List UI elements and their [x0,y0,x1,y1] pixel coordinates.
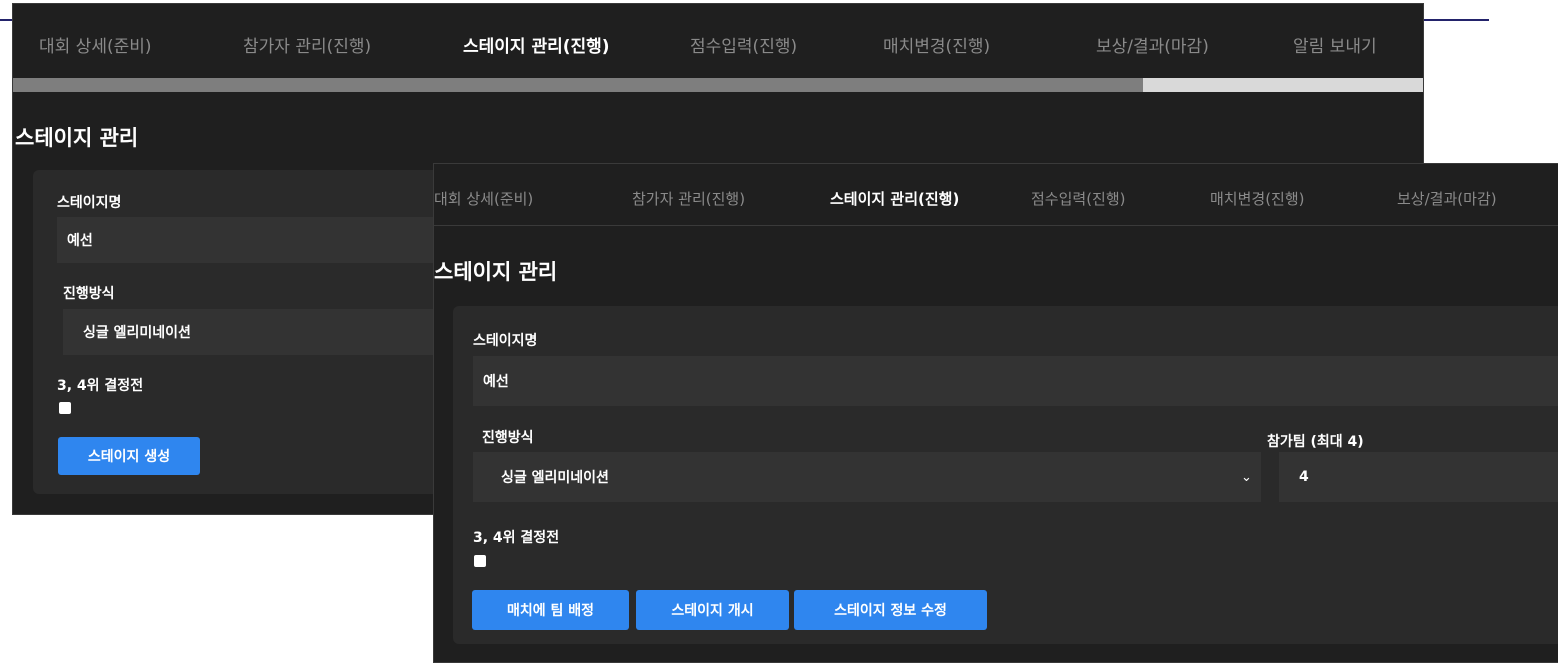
tab-bar: 대회 상세(준비) 참가자 관리(진행) 스테이지 관리(진행) 점수입력(진행… [434,164,1558,226]
tab-send-notification[interactable]: 알림 보내기 [1293,32,1377,57]
stage-management-window-after: 대회 상세(준비) 참가자 관리(진행) 스테이지 관리(진행) 점수입력(진행… [433,163,1558,663]
start-stage-button[interactable]: 스테이지 개시 [636,590,789,630]
assign-teams-button[interactable]: 매치에 팀 배정 [472,590,629,630]
team-count-label: 참가팀 (최대 4) [1267,434,1364,450]
format-select[interactable]: 싱글 엘리미네이션 [473,452,1261,502]
tab-stage-management[interactable]: 스테이지 관리(진행) [830,188,959,209]
chevron-down-icon: ⌄ [1241,470,1252,485]
format-label: 진행방식 [63,286,115,302]
stage-name-label: 스테이지명 [473,333,538,349]
tab-score-input[interactable]: 점수입력(진행) [1031,188,1126,209]
tab-tournament-detail[interactable]: 대회 상세(준비) [39,32,152,57]
create-stage-button[interactable]: 스테이지 생성 [58,437,200,475]
format-label: 진행방식 [482,430,534,446]
third-place-label: 3, 4위 결정전 [473,530,560,546]
third-place-checkbox[interactable] [474,555,486,567]
tab-match-change[interactable]: 매치변경(진행) [1210,188,1305,209]
tab-bar: 대회 상세(준비) 참가자 관리(진행) 스테이지 관리(진행) 점수입력(진행… [13,4,1423,78]
third-place-checkbox[interactable] [59,402,71,414]
page-title: 스테이지 관리 [15,126,139,150]
edit-stage-info-button[interactable]: 스테이지 정보 수정 [794,590,987,630]
third-place-label: 3, 4위 결정전 [57,378,144,394]
team-count-input[interactable]: 4 [1279,452,1558,502]
tab-stage-management[interactable]: 스테이지 관리(진행) [463,32,610,57]
tab-match-change[interactable]: 매치변경(진행) [883,32,990,57]
stage-form-card: 스테이지명 예선 진행방식 싱글 엘리미네이션 ⌄ 참가팀 (최대 4) 4 3… [453,306,1558,644]
tab-tournament-detail[interactable]: 대회 상세(준비) [434,188,533,209]
stage-name-label: 스테이지명 [57,195,122,211]
tab-rewards-results[interactable]: 보상/결과(마감) [1397,188,1497,209]
page-title: 스테이지 관리 [434,260,558,284]
progress-bar [13,78,1423,92]
tab-participant-management[interactable]: 참가자 관리(진행) [632,188,745,209]
tab-rewards-results[interactable]: 보상/결과(마감) [1096,32,1209,57]
tab-score-input[interactable]: 점수입력(진행) [690,32,797,57]
stage-name-input[interactable]: 예선 [473,356,1558,406]
progress-bar-fill [13,78,1143,92]
tab-participant-management[interactable]: 참가자 관리(진행) [243,32,371,57]
